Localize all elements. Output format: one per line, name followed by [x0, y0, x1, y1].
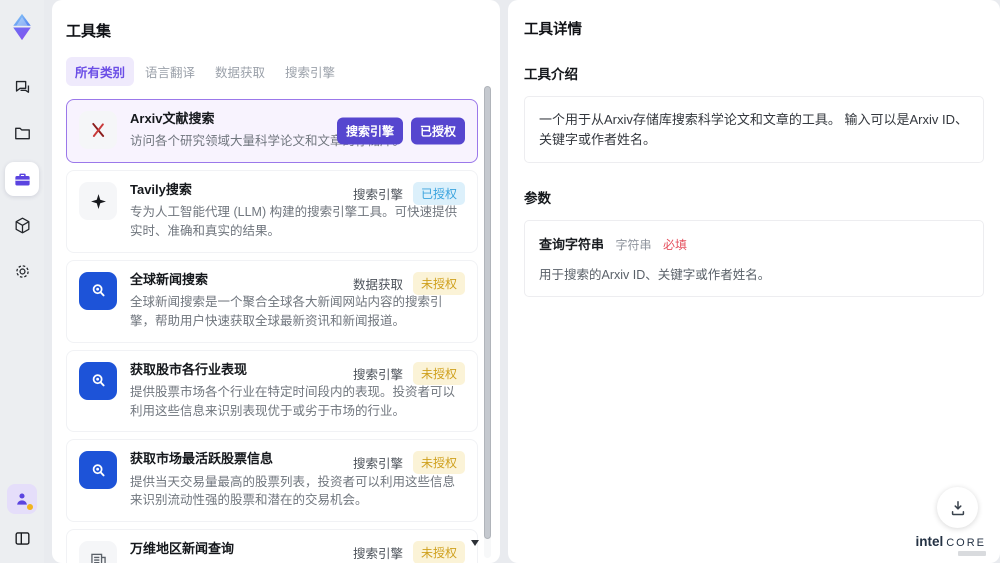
category-badge: 搜索引擎 — [336, 117, 403, 145]
parameter-header: 查询字符串 字符串 必填 — [539, 234, 969, 254]
folder-icon — [13, 124, 32, 143]
tool-description: 专为人工智能代理 (LLM) 构建的搜索引擎工具。可快速提供实时、准确和真实的结… — [130, 205, 458, 238]
tools-panel: 工具集 所有类别 语言翻译 数据获取 搜索引擎 Arxiv文献搜索 访问各个研究领域大量… — [52, 0, 500, 563]
parameter-type: 字符串 — [615, 238, 652, 252]
tool-intro-text: 一个用于从Arxiv存储库搜索科学论文和文章的工具。 输入可以是Arxiv ID… — [524, 96, 984, 163]
panel-toggle-button[interactable] — [7, 523, 37, 553]
download-button[interactable] — [937, 487, 978, 528]
category-badge: 搜索引擎 — [352, 547, 403, 561]
auth-status-badge: 已授权 — [410, 117, 465, 145]
scroll-down-caret — [471, 540, 479, 546]
tool-badges: 搜索引擎 已授权 — [336, 117, 465, 145]
tool-card[interactable]: 获取股市各行业表现 提供股票市场各个行业在特定时间段内的表现。投资者可以利用这些信… — [66, 349, 478, 433]
tool-card[interactable]: 获取市场最活跃股票信息 提供当天交易量最高的股票列表，投资者可以利用这些信息来识别… — [66, 439, 478, 522]
tab-搜索引擎[interactable]: 搜索引擎 — [276, 57, 344, 86]
tool-description: 提供当天交易量最高的股票列表，投资者可以利用这些信息来识别流动性强的股票和潜在的… — [130, 474, 456, 508]
briefcase-icon — [13, 170, 32, 189]
status-dot — [27, 504, 33, 510]
tool-badges: 搜索引擎 未授权 — [353, 541, 465, 563]
category-badge: 搜索引擎 — [352, 457, 403, 472]
sidebar-item-chat[interactable] — [5, 70, 39, 104]
parameter-name: 查询字符串 — [539, 237, 605, 252]
search-globe-icon — [79, 451, 117, 490]
gear-icon — [13, 262, 32, 281]
auth-status-badge: 未授权 — [412, 451, 465, 475]
search-globe-icon — [79, 271, 117, 310]
auth-status-badge: 未授权 — [412, 271, 465, 295]
category-badge: 搜索引擎 — [352, 367, 403, 382]
category-badge: 数据获取 — [352, 277, 403, 292]
parameter-description: 用于搜索的Arxiv ID、关键字或作者姓名。 — [539, 268, 771, 282]
sidebar-item-gear[interactable] — [5, 254, 39, 288]
intel-logo-name: intel — [915, 534, 944, 549]
star-icon — [79, 182, 117, 220]
tool-description: 提供股票市场各个行业在特定时间段内的表现。投资者可以利用这些信息来识别表现优于或… — [130, 384, 456, 418]
tool-card[interactable]: Tavily搜索 专为人工智能代理 (LLM) 构建的搜索引擎工具。可快速提供实时… — [66, 170, 478, 253]
sidebar-nav — [5, 70, 39, 300]
download-icon — [948, 498, 968, 518]
auth-status-badge: 未授权 — [412, 361, 465, 385]
tab-数据获取[interactable]: 数据获取 — [206, 57, 274, 86]
arxiv-icon — [79, 111, 117, 149]
tool-badges: 搜索引擎 已授权 — [353, 182, 465, 205]
intel-core-logo: intel core — [915, 534, 986, 549]
left-sidebar — [0, 0, 44, 563]
parameter-required-badge: 必填 — [662, 238, 687, 252]
sidebar-item-cube[interactable] — [5, 208, 39, 242]
tool-badges: 搜索引擎 未授权 — [352, 361, 465, 385]
parameter-card: 查询字符串 字符串 必填 用于搜索的Arxiv ID、关键字或作者姓名。 — [524, 220, 984, 297]
tool-card[interactable]: 全球新闻搜索 全球新闻搜索是一个聚合全球各大新闻网站内容的搜索引擎，帮助用户快速获… — [66, 259, 478, 343]
tool-card[interactable]: 万维地区新闻查询查询具体行政区划内的新闻，快速了解各地新闻动搜索引擎未授权 — [66, 529, 478, 563]
tool-description: 全球新闻搜索是一个聚合全球各大新闻网站内容的搜索引擎，帮助用户快速获取全球最新资… — [130, 295, 443, 328]
tool-details-panel: 工具详情 工具介绍 一个用于从Arxiv存储库搜索科学论文和文章的工具。 输入可… — [508, 0, 1000, 563]
intel-logo-sub: core — [946, 537, 986, 549]
chat-icon — [13, 78, 32, 97]
category-tabs: 所有类别 语言翻译 数据获取 搜索引擎 — [66, 57, 478, 86]
params-heading: 参数 — [524, 191, 551, 206]
newspaper-icon — [79, 541, 117, 563]
sidebar-item-folder[interactable] — [5, 116, 39, 150]
tab-所有类别[interactable]: 所有类别 — [66, 57, 135, 86]
panel-toggle-icon — [13, 529, 32, 548]
scrollbar-thumb[interactable] — [484, 86, 491, 540]
intro-heading: 工具介绍 — [524, 67, 578, 82]
app-logo-icon — [7, 12, 37, 42]
sidebar-bottom — [7, 484, 37, 553]
auth-status-badge: 未授权 — [412, 541, 465, 563]
auth-status-badge: 已授权 — [412, 182, 465, 205]
search-globe-icon — [79, 361, 117, 400]
user-avatar-button[interactable] — [7, 484, 37, 514]
page-title: 工具集 — [66, 23, 112, 40]
details-title: 工具详情 — [524, 22, 582, 38]
sidebar-item-briefcase[interactable] — [5, 162, 39, 196]
tab-语言翻译[interactable]: 语言翻译 — [136, 57, 204, 86]
list-scrollbar[interactable] — [484, 86, 491, 558]
intel-logo-bar — [958, 551, 986, 556]
category-badge: 搜索引擎 — [352, 188, 403, 202]
tool-badges: 搜索引擎 未授权 — [352, 451, 465, 475]
tool-card-list: Arxiv文献搜索 访问各个研究领域大量科学论文和文章的存储库。 搜索引擎 已授权 Ta… — [66, 99, 478, 563]
tool-card[interactable]: Arxiv文献搜索 访问各个研究领域大量科学论文和文章的存储库。 搜索引擎 已授权 — [66, 99, 478, 163]
tool-badges: 数据获取 未授权 — [352, 271, 465, 295]
cube-icon — [13, 216, 32, 235]
